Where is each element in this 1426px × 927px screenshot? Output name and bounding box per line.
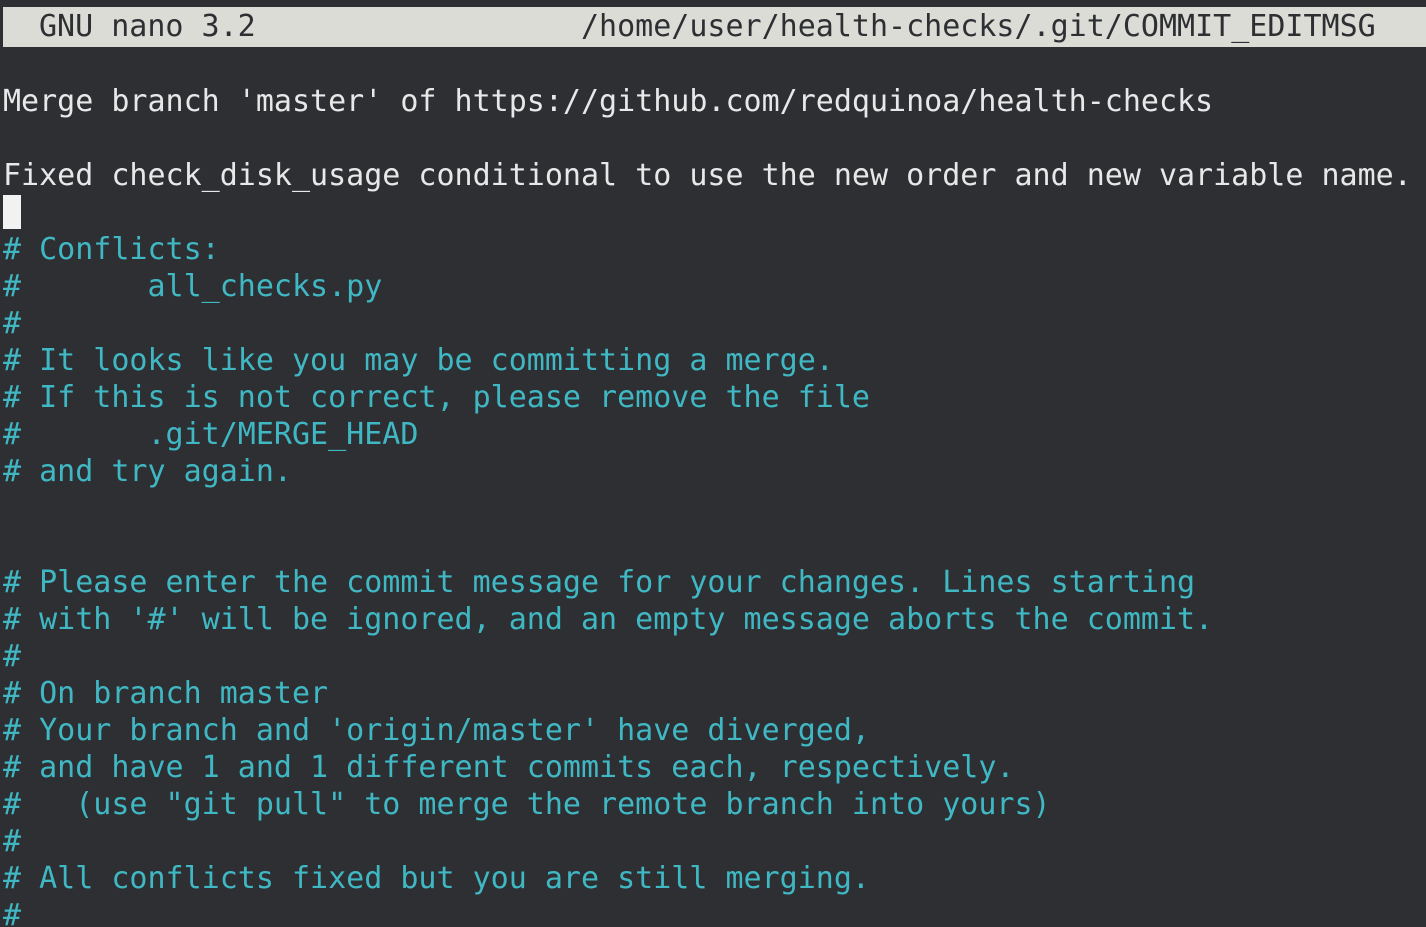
commit-message-line[interactable]: Fixed check_disk_usage conditional to us… xyxy=(3,157,1412,194)
comment-line[interactable]: # and try again. xyxy=(3,453,292,490)
comment-line[interactable]: # It looks like you may be committing a … xyxy=(3,342,834,379)
comment-line[interactable]: # xyxy=(3,823,21,860)
comment-line[interactable]: # All conflicts fixed but you are still … xyxy=(3,860,870,897)
comment-line[interactable]: # xyxy=(3,638,21,675)
comment-line[interactable]: # Your branch and 'origin/master' have d… xyxy=(3,712,870,749)
comment-line[interactable]: # Please enter the commit message for yo… xyxy=(3,564,1195,601)
comment-line[interactable]: # .git/MERGE_HEAD xyxy=(3,416,418,453)
comment-line[interactable]: # xyxy=(3,305,21,342)
comment-line[interactable]: # with '#' will be ignored, and an empty… xyxy=(3,601,1213,638)
commit-message-line[interactable]: Merge branch 'master' of https://github.… xyxy=(3,83,1213,120)
nano-editor-window: GNU nano 3.2 /home/user/health-checks/.g… xyxy=(0,0,1426,927)
comment-line[interactable]: # (use "git pull" to merge the remote br… xyxy=(3,786,1051,823)
comment-line[interactable]: # If this is not correct, please remove … xyxy=(3,379,870,416)
file-path-label: /home/user/health-checks/.git/COMMIT_EDI… xyxy=(581,9,1376,44)
editor-version-label: GNU nano 3.2 xyxy=(39,9,256,44)
comment-line[interactable]: # On branch master xyxy=(3,675,328,712)
comment-line[interactable]: # xyxy=(3,897,21,927)
comment-line[interactable]: # Conflicts: xyxy=(3,231,220,268)
text-cursor xyxy=(3,195,21,229)
comment-line[interactable]: # and have 1 and 1 different commits eac… xyxy=(3,749,1014,786)
comment-line[interactable]: # all_checks.py xyxy=(3,268,382,305)
nano-title-bar: GNU nano 3.2 /home/user/health-checks/.g… xyxy=(3,7,1426,47)
